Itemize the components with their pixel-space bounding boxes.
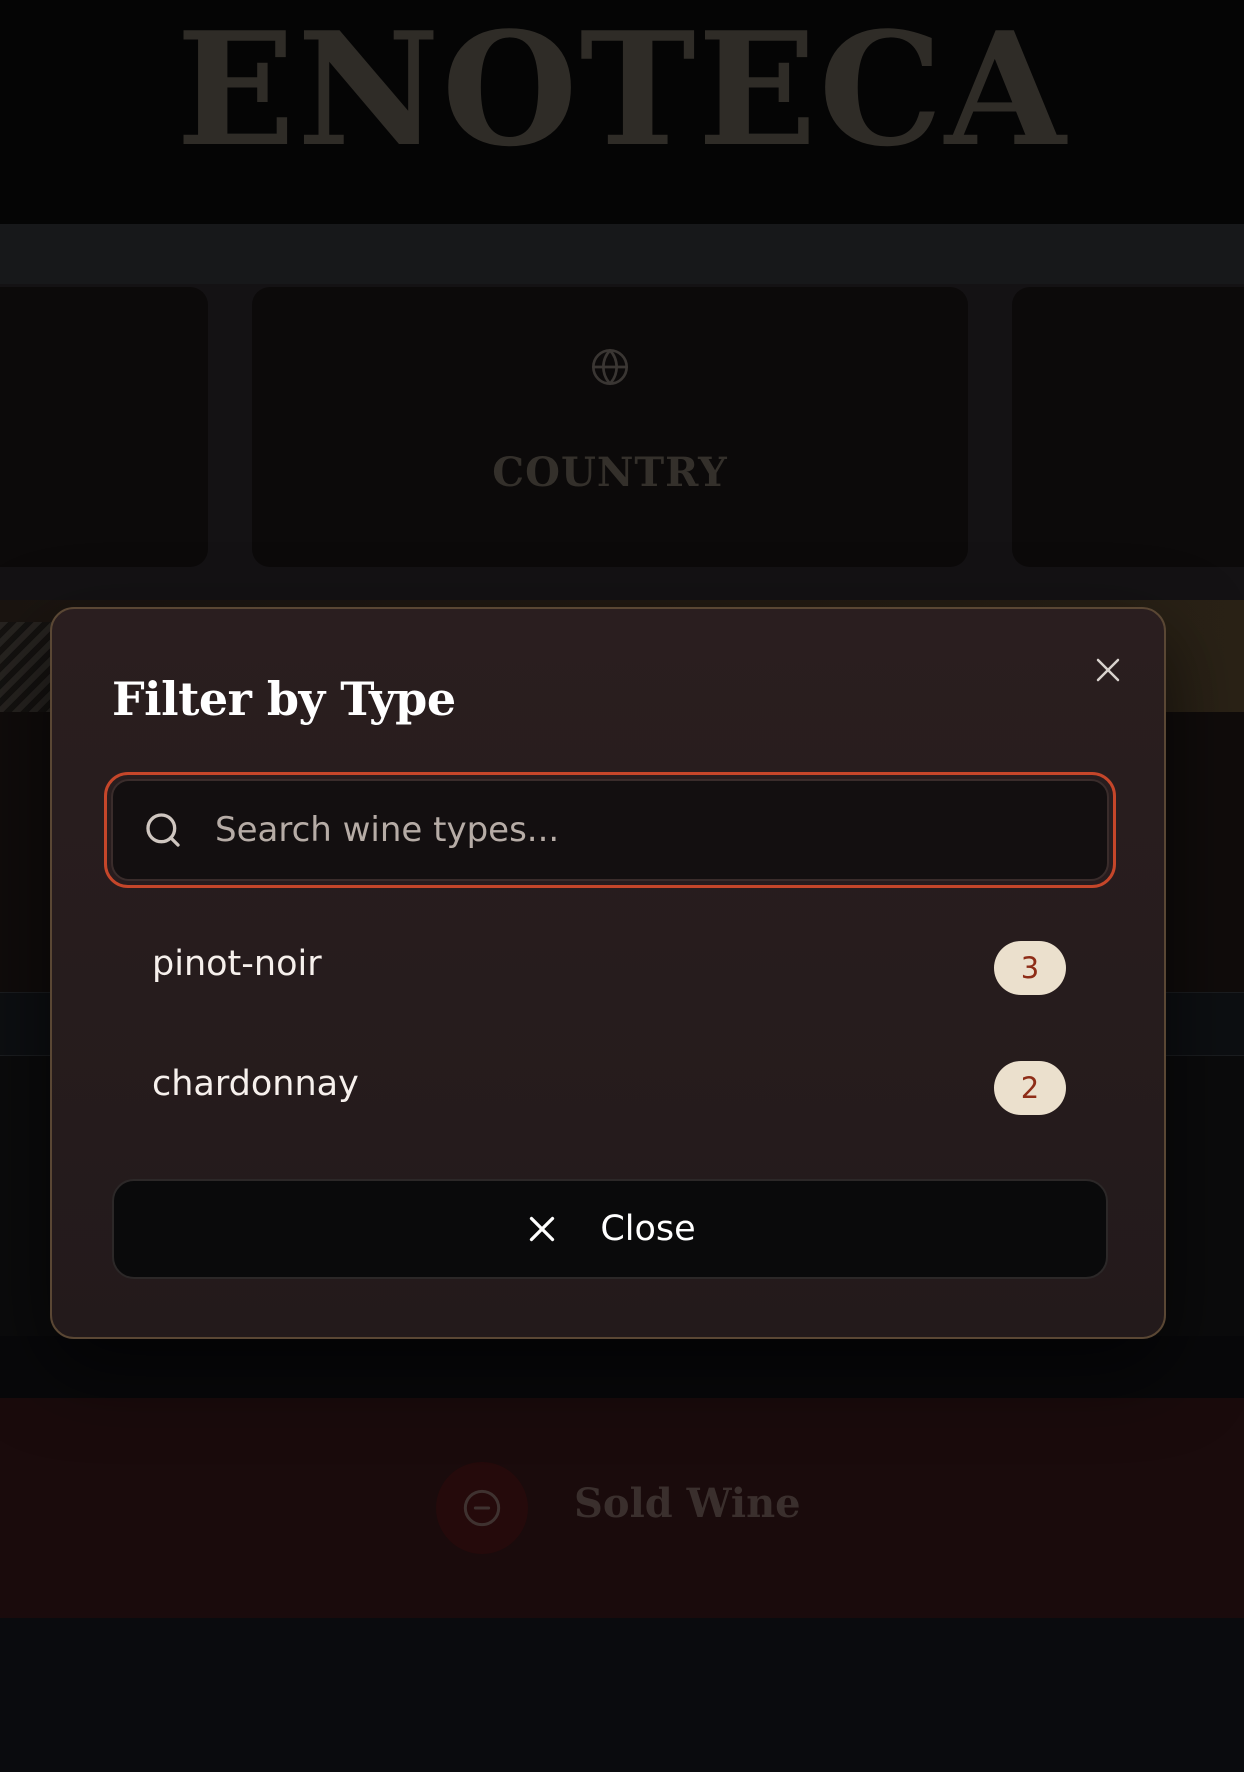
close-button[interactable]: Close: [112, 1179, 1108, 1279]
modal-title: Filter by Type: [112, 672, 456, 726]
search-input[interactable]: [213, 799, 1107, 861]
category-card-previous[interactable]: [0, 287, 208, 567]
bottom-section: [0, 1618, 1244, 1772]
globe-icon: [592, 349, 628, 385]
brand-logo: ENOTECA: [176, 0, 1068, 181]
type-option-chardonnay[interactable]: chardonnay 2: [112, 1038, 1112, 1138]
search-box[interactable]: [111, 779, 1109, 881]
close-button-label: Close: [600, 1209, 696, 1249]
close-icon: [530, 1216, 555, 1242]
type-option-pinot-noir[interactable]: pinot-noir 3: [112, 918, 1112, 1018]
category-card-next[interactable]: [1012, 287, 1244, 567]
page: ENOTECA COUNTRY Sold Wine Filter by Type: [0, 0, 1244, 1772]
type-option-label: chardonnay: [152, 1064, 359, 1104]
app-header: ENOTECA: [0, 0, 1244, 224]
section-gap: [0, 1336, 1244, 1398]
modal-close-button[interactable]: [1088, 650, 1128, 690]
close-icon: [1096, 658, 1120, 682]
category-section-top: [0, 224, 1244, 284]
category-card-country[interactable]: COUNTRY: [252, 287, 968, 567]
sold-wine-label[interactable]: Sold Wine: [574, 1480, 801, 1527]
type-count-badge: 3: [994, 941, 1066, 995]
minus-circle-icon: [463, 1489, 501, 1527]
category-card-label: COUNTRY: [492, 449, 728, 496]
search-field[interactable]: [104, 772, 1116, 888]
search-icon: [146, 813, 180, 847]
type-count-badge: 2: [994, 1061, 1066, 1115]
decorative-image: [0, 622, 52, 712]
type-option-label: pinot-noir: [152, 944, 322, 984]
